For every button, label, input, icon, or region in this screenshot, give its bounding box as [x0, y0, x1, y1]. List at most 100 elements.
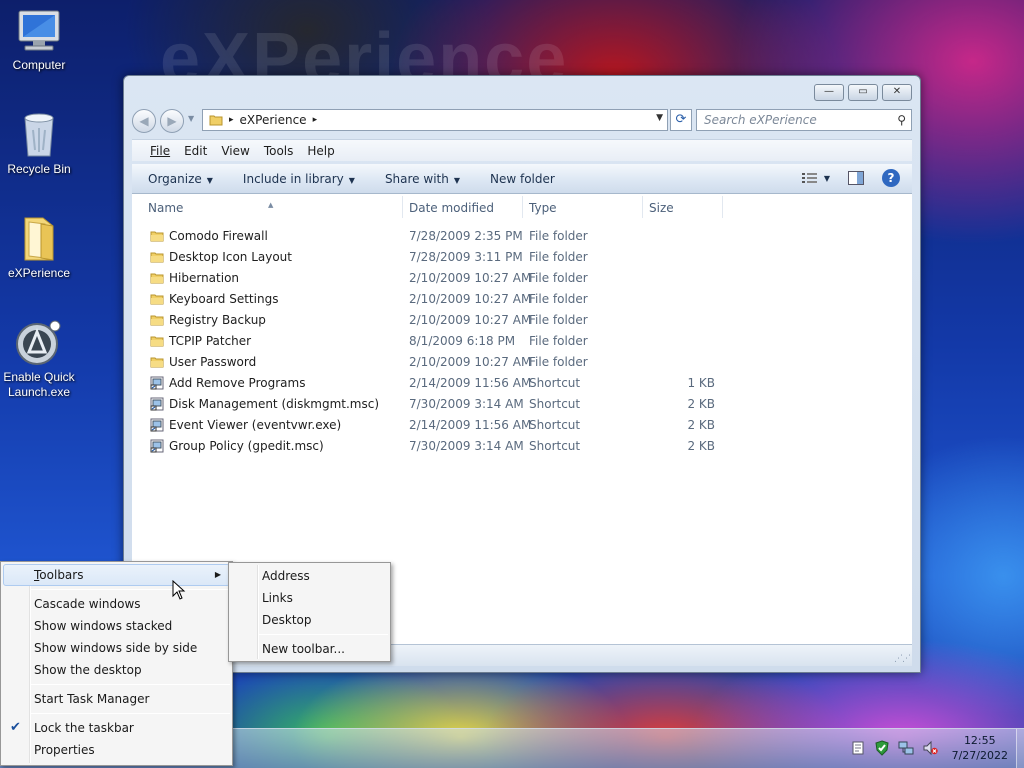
menu-separator — [259, 634, 388, 635]
file-row[interactable]: Hibernation 2/10/2009 10:27 AM File folder — [132, 268, 912, 289]
file-name[interactable]: Keyboard Settings — [169, 292, 278, 306]
file-row[interactable]: Comodo Firewall 7/28/2009 2:35 PM File fol… — [132, 226, 912, 247]
menu-tools[interactable]: Tools — [264, 144, 294, 158]
preview-pane-icon[interactable] — [848, 171, 864, 185]
column-name[interactable]: Name — [148, 201, 183, 215]
close-button[interactable]: ✕ — [882, 84, 912, 101]
show-desktop-button[interactable] — [1016, 729, 1024, 768]
minimize-button[interactable]: — — [814, 84, 844, 101]
desktop-icon-enable-quick-launch[interactable]: Enable Quick Launch.exe — [0, 318, 78, 400]
recent-pages-chevron-icon[interactable]: ▼ — [188, 114, 194, 123]
file-date-modified: 2/10/2009 10:27 AM — [409, 313, 532, 327]
back-button[interactable]: ◀ — [132, 109, 156, 133]
file-type: Shortcut — [529, 439, 581, 453]
submenu-item-new-toolbar[interactable]: New toolbar... — [229, 638, 390, 660]
sort-ascending-icon: ▲ — [268, 201, 274, 209]
breadcrumb-experience[interactable]: eXPerience — [240, 113, 307, 127]
change-view-button[interactable]: ▼ — [801, 172, 830, 184]
file-name[interactable]: Add Remove Programs — [169, 376, 305, 390]
file-type: File folder — [529, 292, 588, 306]
column-divider[interactable] — [522, 196, 523, 218]
shortcut-icon — [150, 418, 164, 432]
menu-item-show-windows-stacked[interactable]: Show windows stacked — [1, 615, 232, 637]
desktop-icon-label: eXPerience — [7, 266, 71, 280]
menu-item-properties[interactable]: Properties — [1, 739, 232, 761]
forward-button[interactable]: ▶ — [160, 109, 184, 133]
mouse-pointer-icon — [172, 580, 186, 600]
network-icon[interactable] — [898, 740, 914, 756]
submenu-item-desktop[interactable]: Desktop — [229, 609, 390, 631]
file-row[interactable]: Event Viewer (eventvwr.exe) 2/14/2009 11:… — [132, 415, 912, 436]
menu-item-label: Lock the taskbar — [34, 721, 134, 735]
file-row[interactable]: Group Policy (gpedit.msc) 7/30/2009 3:14 … — [132, 436, 912, 457]
clock[interactable]: 12:55 7/27/2022 — [952, 733, 1008, 763]
file-name[interactable]: Desktop Icon Layout — [169, 250, 292, 264]
help-icon[interactable]: ? — [882, 169, 900, 187]
search-icon[interactable]: ⚲ — [897, 110, 906, 130]
menu-item-lock-the-taskbar[interactable]: ✔ Lock the taskbar — [1, 717, 232, 739]
file-name[interactable]: Hibernation — [169, 271, 239, 285]
menu-help[interactable]: Help — [307, 144, 334, 158]
refresh-button[interactable]: ⟳ — [670, 109, 692, 131]
column-divider[interactable] — [642, 196, 643, 218]
desktop-icon-experience-folder[interactable]: eXPerience — [0, 214, 78, 281]
file-name[interactable]: Comodo Firewall — [169, 229, 268, 243]
file-row[interactable]: Disk Management (diskmgmt.msc) 7/30/2009 … — [132, 394, 912, 415]
security-shield-icon[interactable] — [874, 740, 890, 756]
menu-item-cascade-windows[interactable]: Cascade windows — [1, 593, 232, 615]
menu-file[interactable]: File — [150, 144, 170, 158]
file-row[interactable]: TCPIP Patcher 8/1/2009 6:18 PM File folder — [132, 331, 912, 352]
breadcrumb-separator[interactable]: ▸ — [313, 115, 318, 125]
address-bar[interactable]: ▸ eXPerience ▸ ▼ — [202, 109, 668, 131]
file-name[interactable]: User Password — [169, 355, 256, 369]
file-row[interactable]: Registry Backup 2/10/2009 10:27 AM File fo… — [132, 310, 912, 331]
file-size: 1 KB — [687, 376, 715, 390]
volume-muted-icon[interactable] — [922, 740, 938, 756]
address-dropdown-chevron-icon[interactable]: ▼ — [656, 113, 663, 123]
menu-item-start-task-manager[interactable]: Start Task Manager — [1, 688, 232, 710]
menu-item-toolbars[interactable]: Toolbars ▶ — [3, 564, 230, 586]
chevron-down-icon: ▼ — [453, 175, 460, 185]
quick-launch-app-icon — [16, 320, 61, 365]
menu-view[interactable]: View — [221, 144, 249, 158]
submenu-item-address[interactable]: Address — [229, 565, 390, 587]
file-type: File folder — [529, 250, 588, 264]
toolbars-submenu: Address Links Desktop New toolbar... — [228, 562, 391, 662]
desktop-icon-computer[interactable]: Computer — [0, 8, 78, 73]
search-input[interactable]: Search eXPerience ⚲ — [696, 109, 912, 131]
breadcrumb-separator[interactable]: ▸ — [229, 115, 234, 125]
file-size: 2 KB — [687, 439, 715, 453]
column-type[interactable]: Type — [529, 201, 557, 215]
resize-grip-icon[interactable]: ⋰⋰ — [894, 654, 911, 664]
file-row[interactable]: Add Remove Programs 2/14/2009 11:56 AM Sho… — [132, 373, 912, 394]
file-name[interactable]: Disk Management (diskmgmt.msc) — [169, 397, 379, 411]
share-with-button[interactable]: Share with ▼ — [385, 172, 460, 186]
desktop-icon-recycle-bin[interactable]: Recycle Bin — [0, 110, 78, 177]
column-divider[interactable] — [402, 196, 403, 218]
column-divider[interactable] — [722, 196, 723, 218]
file-name[interactable]: Event Viewer (eventvwr.exe) — [169, 418, 341, 432]
file-type: File folder — [529, 229, 588, 243]
file-name[interactable]: Group Policy (gpedit.msc) — [169, 439, 324, 453]
menu-item-show-windows-side-by-side[interactable]: Show windows side by side — [1, 637, 232, 659]
column-header: ▲ Name Date modified Type Size — [132, 194, 912, 220]
file-name[interactable]: TCPIP Patcher — [169, 334, 251, 348]
file-type: File folder — [529, 334, 588, 348]
column-size[interactable]: Size — [649, 201, 674, 215]
organize-button[interactable]: Organize ▼ — [148, 172, 213, 186]
menu-edit[interactable]: Edit — [184, 144, 207, 158]
file-row[interactable]: User Password 2/10/2009 10:27 AM File fold… — [132, 352, 912, 373]
file-date-modified: 7/30/2009 3:14 AM — [409, 397, 524, 411]
menu-item-show-the-desktop[interactable]: Show the desktop — [1, 659, 232, 681]
maximize-button[interactable]: ▭ — [848, 84, 878, 101]
submenu-item-links[interactable]: Links — [229, 587, 390, 609]
file-row[interactable]: Desktop Icon Layout 7/28/2009 3:11 PM File… — [132, 247, 912, 268]
include-in-library-button[interactable]: Include in library ▼ — [243, 172, 355, 186]
action-center-icon[interactable] — [850, 740, 866, 756]
column-date-modified[interactable]: Date modified — [409, 201, 494, 215]
new-folder-button[interactable]: New folder — [490, 172, 555, 186]
file-name[interactable]: Registry Backup — [169, 313, 266, 327]
computer-icon — [18, 10, 60, 51]
folder-icon — [150, 273, 164, 284]
file-row[interactable]: Keyboard Settings 2/10/2009 10:27 AM File … — [132, 289, 912, 310]
